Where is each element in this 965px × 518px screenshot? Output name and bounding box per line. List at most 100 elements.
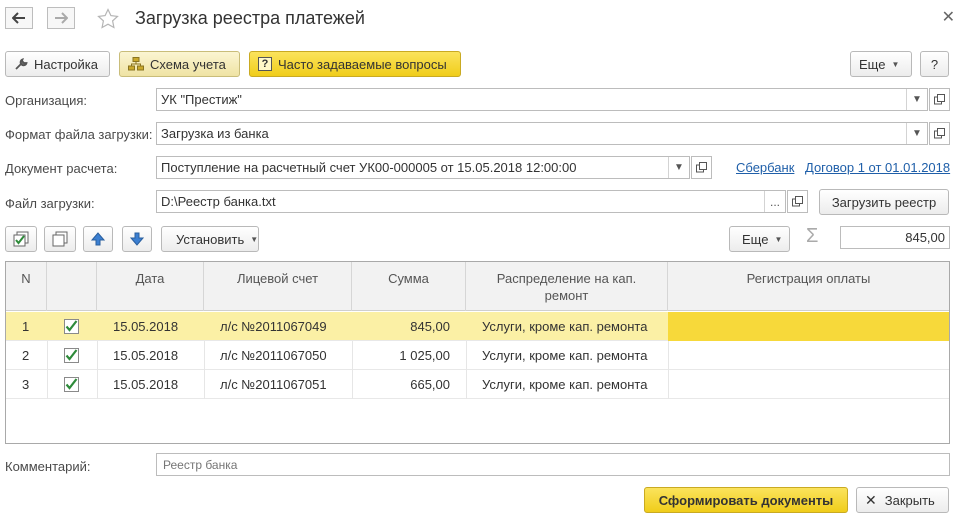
row-checkbox[interactable] xyxy=(64,319,79,337)
cell-distribution[interactable]: Услуги, кроме кап. ремонта xyxy=(482,370,666,399)
open-file-button[interactable] xyxy=(787,190,808,213)
close-button[interactable]: ✕ Закрыть xyxy=(856,487,949,513)
column-divider xyxy=(204,341,205,370)
header-distribution[interactable]: Распределение на кап. ремонт xyxy=(466,262,668,311)
table-header: N Дата Лицевой счет Сумма Распределение … xyxy=(6,262,949,311)
faq-button[interactable]: ? Часто задаваемые вопросы xyxy=(249,51,461,77)
dropdown-arrow-icon: ▼ xyxy=(250,234,259,244)
arrow-left-icon xyxy=(12,12,25,24)
cell-n[interactable]: 3 xyxy=(22,370,42,399)
column-divider xyxy=(466,370,467,399)
question-box-icon: ? xyxy=(258,57,272,71)
document-value: Поступление на расчетный счет УК00-00000… xyxy=(161,160,577,175)
cell-distribution[interactable]: Услуги, кроме кап. ремонта xyxy=(482,341,666,370)
set-label: Установить xyxy=(176,231,245,247)
open-document-button[interactable] xyxy=(691,156,712,179)
cell-sum[interactable]: 1 025,00 xyxy=(352,341,450,370)
column-divider xyxy=(97,370,98,399)
header-registration[interactable]: Регистрация оплаты xyxy=(668,262,949,311)
settings-label: Настройка xyxy=(34,56,98,72)
header-check[interactable] xyxy=(47,262,97,311)
header-account[interactable]: Лицевой счет xyxy=(204,262,352,311)
cell-registration[interactable] xyxy=(668,341,949,370)
table-more-button[interactable]: Еще ▼ xyxy=(729,226,790,252)
dropdown-arrow-icon[interactable]: ▼ xyxy=(668,157,689,178)
move-up-button[interactable] xyxy=(83,226,113,252)
payments-table[interactable]: N Дата Лицевой счет Сумма Распределение … xyxy=(5,261,950,444)
faq-label: Часто задаваемые вопросы xyxy=(278,56,447,72)
check-all-button[interactable] xyxy=(5,226,37,252)
organization-label: Организация: xyxy=(5,93,88,108)
close-window-icon[interactable]: ✕ xyxy=(942,7,955,27)
load-registry-button[interactable]: Загрузить реестр xyxy=(819,189,949,215)
more-button[interactable]: Еще ▼ xyxy=(850,51,912,77)
arrow-down-icon xyxy=(130,232,144,246)
organization-value: УК "Престиж" xyxy=(161,92,242,107)
cell-n[interactable]: 2 xyxy=(22,341,42,370)
cell-registration[interactable] xyxy=(668,370,949,399)
help-button[interactable]: ? xyxy=(920,51,949,77)
column-divider xyxy=(97,341,98,370)
file-path-value: D:\Реестр банка.txt xyxy=(161,194,276,209)
table-row[interactable]: 2 15.05.2018 л/с №2011067050 1 025,00 Услуги… xyxy=(6,341,949,370)
move-down-button[interactable] xyxy=(122,226,152,252)
cell-date[interactable]: 15.05.2018 xyxy=(113,341,203,370)
cell-account[interactable]: л/с №2011067050 xyxy=(220,341,350,370)
file-label: Файл загрузки: xyxy=(5,196,95,211)
cell-registration[interactable] xyxy=(668,312,949,341)
file-format-value: Загрузка из банка xyxy=(161,126,269,141)
organization-field[interactable]: УК "Престиж" ▼ xyxy=(156,88,928,111)
accounting-scheme-button[interactable]: Схема учета xyxy=(119,51,240,77)
table-row[interactable]: 1 15.05.2018 л/с №2011067049 845,00 Услуги, … xyxy=(6,312,949,341)
column-divider xyxy=(47,341,48,370)
cell-account[interactable]: л/с №2011067051 xyxy=(220,370,350,399)
document-field[interactable]: Поступление на расчетный счет УК00-00000… xyxy=(156,156,690,179)
cell-date[interactable]: 15.05.2018 xyxy=(113,312,203,341)
contract-link[interactable]: Договор 1 от 01.01.2018 xyxy=(805,160,950,175)
cell-distribution[interactable]: Услуги, кроме кап. ремонта xyxy=(482,312,666,341)
set-button[interactable]: Установить ▼ xyxy=(161,226,259,252)
row-checkbox[interactable] xyxy=(64,348,79,366)
header-n[interactable]: N xyxy=(6,262,47,311)
cell-account[interactable]: л/с №2011067049 xyxy=(220,312,350,341)
open-format-button[interactable] xyxy=(929,122,950,145)
back-button[interactable] xyxy=(5,7,33,29)
bank-link[interactable]: Сбербанк xyxy=(736,160,794,175)
comment-label: Комментарий: xyxy=(5,459,91,474)
total-value: 845,00 xyxy=(905,230,945,245)
header-sum[interactable]: Сумма xyxy=(352,262,466,311)
open-organization-button[interactable] xyxy=(929,88,950,111)
favorite-star-icon[interactable] xyxy=(97,8,119,29)
load-registry-label: Загрузить реестр xyxy=(831,194,937,210)
file-path-field[interactable]: D:\Реестр банка.txt ... xyxy=(156,190,786,213)
total-field: 845,00 xyxy=(840,226,950,249)
dropdown-arrow-icon[interactable]: ▼ xyxy=(906,89,927,110)
row-checkbox[interactable] xyxy=(64,377,79,395)
comment-input[interactable] xyxy=(156,453,950,476)
browse-file-button[interactable]: ... xyxy=(764,191,785,212)
document-label: Документ расчета: xyxy=(5,161,118,176)
create-documents-button[interactable]: Сформировать документы xyxy=(644,487,848,513)
arrow-up-icon xyxy=(91,232,105,246)
header-date[interactable]: Дата xyxy=(97,262,204,311)
arrow-right-icon xyxy=(55,12,68,24)
page-title: Загрузка реестра платежей xyxy=(135,8,365,28)
column-divider xyxy=(47,370,48,399)
file-format-field[interactable]: Загрузка из банка ▼ xyxy=(156,122,928,145)
sum-icon: Σ xyxy=(806,225,819,247)
settings-button[interactable]: Настройка xyxy=(5,51,110,77)
wrench-icon xyxy=(15,57,28,70)
accounting-scheme-label: Схема учета xyxy=(150,56,226,72)
cell-date[interactable]: 15.05.2018 xyxy=(113,370,203,399)
dropdown-arrow-icon[interactable]: ▼ xyxy=(906,123,927,144)
cell-sum[interactable]: 665,00 xyxy=(352,370,450,399)
close-label: Закрыть xyxy=(884,492,935,508)
close-icon: ✕ xyxy=(865,491,877,508)
checkmark-icon xyxy=(64,348,79,363)
uncheck-all-button[interactable] xyxy=(44,226,76,252)
forward-button[interactable] xyxy=(47,7,75,29)
create-documents-label: Сформировать документы xyxy=(658,492,834,508)
cell-n[interactable]: 1 xyxy=(22,312,42,341)
table-row[interactable]: 3 15.05.2018 л/с №2011067051 665,00 Услуги, … xyxy=(6,370,949,399)
cell-sum[interactable]: 845,00 xyxy=(352,312,450,341)
